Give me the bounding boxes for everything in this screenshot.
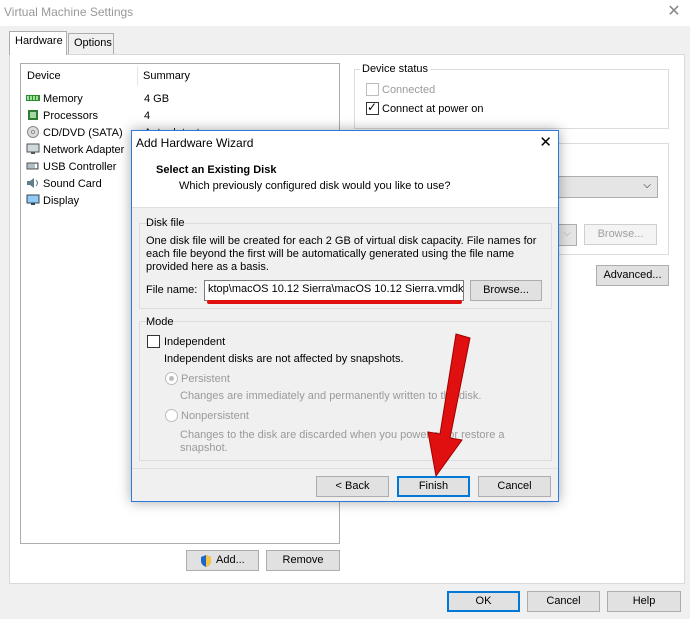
device-name: Network Adapter: [43, 144, 125, 156]
add-button[interactable]: Add...: [186, 550, 259, 571]
advanced-button[interactable]: Advanced...: [596, 265, 669, 286]
device-row-processors[interactable]: Processors 4: [25, 108, 325, 125]
mode-label: Mode: [146, 316, 174, 328]
back-button[interactable]: < Back: [316, 476, 389, 497]
cd-dvd-icon: [27, 126, 39, 138]
device-summary: 4 GB: [144, 93, 170, 105]
disk-file-desc-2: each file beyond the first will be autom…: [146, 248, 515, 260]
independent-checkbox[interactable]: [147, 335, 160, 348]
processor-icon: [28, 110, 38, 120]
device-name: Memory: [43, 93, 83, 105]
chevron-down-icon: ⌵: [563, 228, 571, 239]
window-title: Virtual Machine Settings: [4, 5, 134, 19]
connect-at-power-on-checkbox[interactable]: [366, 100, 379, 115]
header-divider: [137, 66, 138, 86]
disk-file-desc-3: provided here as a basis.: [146, 261, 269, 273]
independent-desc: Independent disks are not affected by sn…: [164, 353, 404, 365]
window-titlebar: Virtual Machine Settings ✕: [0, 0, 690, 26]
col-summary-header[interactable]: Summary: [143, 70, 190, 82]
image-combobox[interactable]: ⌵: [555, 176, 658, 198]
memory-icon: [26, 95, 40, 101]
persistent-radio[interactable]: [165, 372, 178, 385]
device-name: USB Controller: [43, 161, 117, 173]
sound-icon: [27, 178, 38, 188]
browse-disk-button[interactable]: Browse...: [470, 280, 542, 301]
disk-file-label: Disk file: [146, 217, 185, 229]
ok-button[interactable]: OK: [447, 591, 520, 612]
independent-label: Independent: [164, 336, 226, 348]
dialog-title: Add Hardware Wizard: [136, 136, 254, 150]
dialog-subheading: Which previously configured disk would y…: [179, 180, 451, 192]
file-name-label: File name:: [146, 284, 198, 296]
close-icon[interactable]: ✕: [664, 2, 684, 22]
device-name: Processors: [43, 110, 99, 122]
col-device-header[interactable]: Device: [27, 70, 61, 82]
device-status-group: [354, 69, 669, 129]
device-name: Sound Card: [43, 178, 102, 190]
cancel-button[interactable]: Cancel: [527, 591, 600, 612]
device-status-label: Device status: [360, 63, 431, 75]
chevron-down-icon: ⌵: [643, 180, 651, 191]
usb-icon: [26, 162, 39, 170]
device-row-memory[interactable]: Memory 4 GB: [25, 91, 325, 108]
network-icon: [26, 143, 40, 154]
file-name-input[interactable]: ktop\macOS 10.12 Sierra\macOS 10.12 Sier…: [204, 280, 464, 301]
close-icon[interactable]: ✕: [539, 133, 552, 151]
dialog-titlebar: Add Hardware Wizard ✕: [132, 131, 558, 156]
nonpersistent-desc-2: snapshot.: [180, 442, 228, 454]
nonpersistent-label: Nonpersistent: [181, 410, 249, 422]
annotation-underline: [207, 300, 462, 304]
dialog-heading: Select an Existing Disk: [156, 164, 277, 176]
connected-label: Connected: [382, 84, 436, 96]
connect-at-power-on-label: Connect at power on: [382, 103, 484, 115]
device-name: CD/DVD (SATA): [43, 127, 123, 139]
nonpersistent-radio[interactable]: [165, 409, 178, 422]
footer-divider: [132, 468, 558, 469]
annotation-arrow-icon: [427, 333, 471, 478]
help-button[interactable]: Help: [607, 591, 681, 612]
remove-button[interactable]: Remove: [266, 550, 340, 571]
persistent-label: Persistent: [181, 373, 230, 385]
device-summary: 4: [144, 110, 151, 122]
tab-hardware[interactable]: Hardware: [9, 31, 67, 55]
browse-image-button[interactable]: Browse...: [584, 224, 657, 245]
device-list-header: Device Summary: [21, 64, 339, 88]
connected-checkbox[interactable]: [366, 83, 379, 96]
add-button-label: Add...: [216, 554, 245, 566]
device-name: Display: [43, 195, 80, 207]
display-icon: [26, 194, 40, 205]
disk-file-desc-1: One disk file will be created for each 2…: [146, 235, 537, 247]
tab-options[interactable]: Options: [68, 33, 114, 54]
dialog-header: Select an Existing Disk Which previously…: [132, 156, 558, 208]
shield-icon: [201, 555, 211, 567]
add-hardware-wizard-dialog: Add Hardware Wizard ✕ Select an Existing…: [131, 130, 559, 502]
